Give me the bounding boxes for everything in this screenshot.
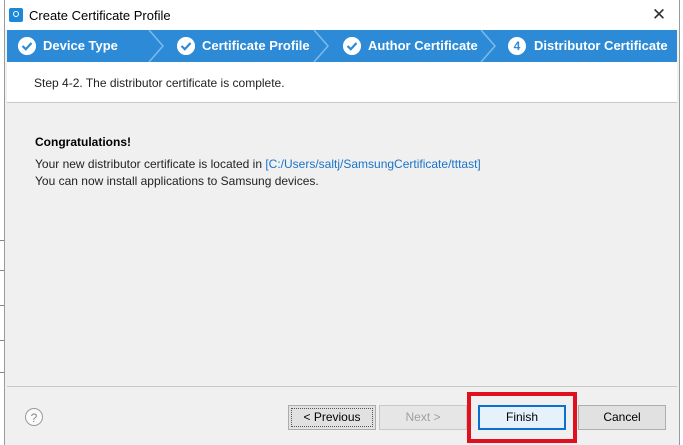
step-separator-arrow [313, 30, 329, 62]
help-icon[interactable]: ? [25, 408, 43, 426]
step-number-badge: 4 [508, 37, 526, 55]
step-author-certificate: Author Certificate [332, 30, 479, 62]
step-distributor-certificate: 4 Distributor Certificate [499, 30, 677, 62]
content-panel: Congratulations! Your new distributor ce… [7, 103, 677, 385]
window-title: Create Certificate Profile [29, 8, 171, 23]
check-icon [177, 37, 195, 55]
check-icon [18, 37, 36, 55]
location-prefix: Your new distributor certificate is loca… [35, 157, 266, 171]
step-description: Step 4-2. The distributor certificate is… [34, 76, 285, 90]
dialog-window: Create Certificate Profile ✕ Device Type… [4, 0, 680, 445]
focus-outline [291, 408, 373, 427]
install-note: You can now install applications to Sams… [35, 174, 319, 188]
step-header: Step 4-2. The distributor certificate is… [7, 62, 677, 102]
close-button[interactable]: ✕ [649, 4, 669, 26]
step-separator-arrow [480, 30, 496, 62]
certificate-path-link[interactable]: [C:/Users/saltj/SamsungCertificate/tttas… [265, 157, 480, 171]
step-label-certificate-profile: Certificate Profile [202, 38, 310, 53]
cancel-button[interactable]: Cancel [578, 405, 666, 430]
step-device-type: Device Type [7, 30, 147, 62]
step-separator-arrow [148, 30, 164, 62]
check-icon [343, 37, 361, 55]
footer-divider [7, 386, 677, 387]
congratulations-heading: Congratulations! [35, 135, 131, 149]
step-label-distributor-certificate: Distributor Certificate [534, 38, 668, 53]
previous-button[interactable]: < Previous [288, 405, 376, 430]
step-certificate-profile: Certificate Profile [167, 30, 312, 62]
next-button[interactable]: Next > [379, 405, 467, 430]
certificate-app-icon [9, 8, 23, 22]
wizard-steps-bar: Device Type Certificate Profile Author C… [7, 30, 677, 62]
certificate-location-text: Your new distributor certificate is loca… [35, 157, 481, 171]
title-bar: Create Certificate Profile ✕ [5, 0, 679, 30]
step-label-device-type: Device Type [43, 38, 118, 53]
finish-highlight-annotation [467, 392, 577, 443]
step-label-author-certificate: Author Certificate [368, 38, 478, 53]
